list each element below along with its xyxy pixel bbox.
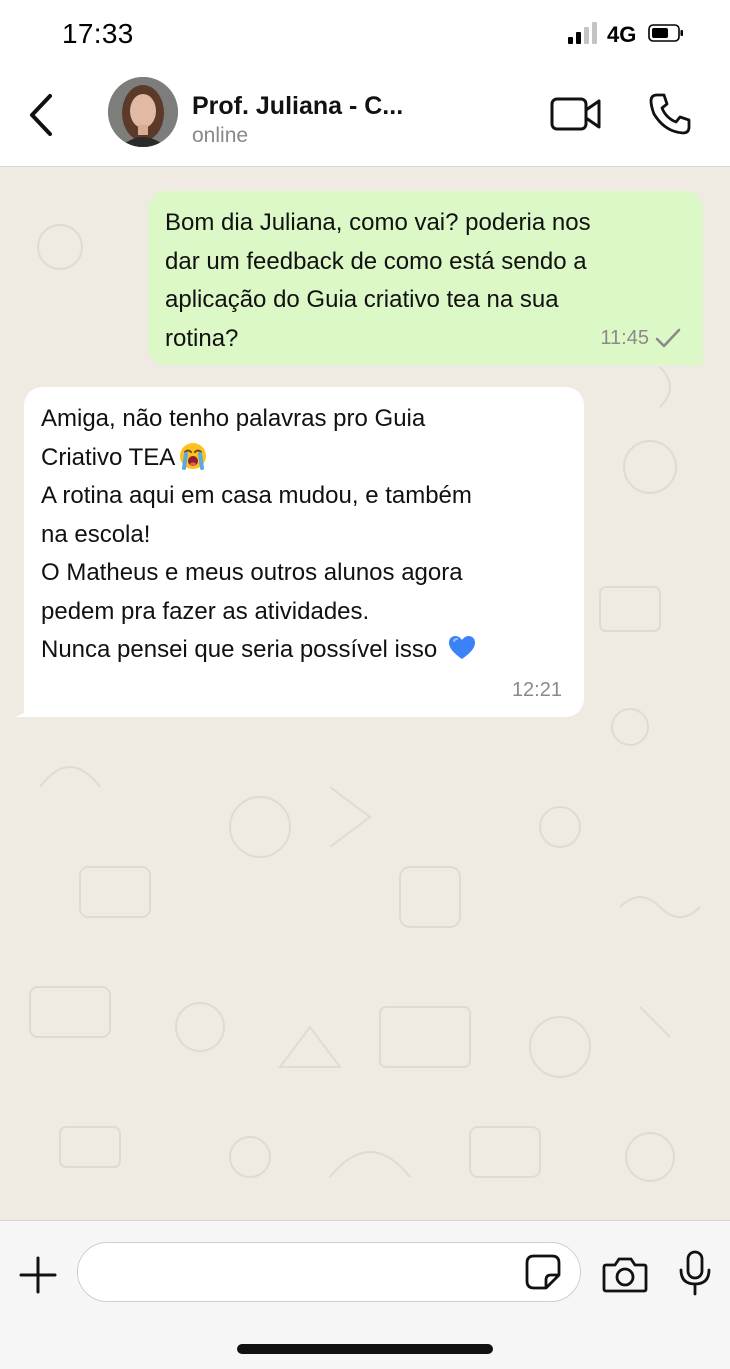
chat-area[interactable]: Bom dia Juliana, como vai? poderia nos d… <box>0 167 730 1220</box>
single-check-icon <box>655 328 681 348</box>
bubble-tail <box>14 699 34 717</box>
message-line: dar um feedback de como está sendo a <box>165 247 587 275</box>
status-time: 17:33 <box>62 18 134 49</box>
sticker-icon[interactable] <box>524 1253 562 1291</box>
message-input-bar <box>0 1220 730 1369</box>
message-line: A rotina aqui em casa mudou, e também <box>41 482 472 509</box>
phone-icon[interactable] <box>648 92 692 136</box>
home-indicator[interactable] <box>237 1344 493 1354</box>
battery-icon <box>648 24 683 42</box>
message-bubble-incoming[interactable]: Amiga, não tenho palavras pro Guia Criat… <box>14 387 584 717</box>
chevron-left-icon[interactable] <box>24 92 60 138</box>
chat-header: Prof. Juliana - C... online <box>0 68 730 167</box>
contact-status: online <box>192 124 249 147</box>
message-line: pedem pra fazer as atividades. <box>41 597 370 625</box>
message-text: Amiga, não tenho palavras pro Guia Criat… <box>41 400 570 670</box>
video-camera-icon[interactable] <box>550 96 602 132</box>
message-line: na escola! <box>41 520 151 548</box>
message-time: 12:21 <box>511 678 562 701</box>
avatar-image <box>108 77 178 147</box>
plus-icon[interactable] <box>18 1255 58 1295</box>
message-line-text: Criativo TEA <box>41 443 176 471</box>
camera-icon[interactable] <box>602 1257 648 1293</box>
status-bar: 17:33 4G <box>0 0 730 68</box>
message-bubble-outgoing[interactable]: Bom dia Juliana, como vai? poderia nos d… <box>148 191 711 365</box>
message-meta: 11:45 <box>600 319 681 358</box>
network-type: 4G <box>607 22 637 47</box>
contact-name[interactable]: Prof. Juliana - C... <box>192 92 403 121</box>
message-line: Nunca pensei que seria possível isso <box>41 631 570 670</box>
signal-bars-icon <box>568 22 597 44</box>
message-line: O Matheus e meus outros alunos agora <box>41 559 463 586</box>
message-line: Bom dia Juliana, como vai? poderia nos <box>165 209 591 236</box>
message-line-text: Nunca pensei que seria possível isso <box>41 636 438 663</box>
message-line: Criativo TEA <box>41 439 570 478</box>
microphone-icon[interactable] <box>677 1250 713 1296</box>
avatar[interactable] <box>108 77 178 147</box>
loudly-crying-face-emoji <box>180 442 207 470</box>
message-meta: 12:21 <box>512 671 562 710</box>
message-input[interactable] <box>98 1253 522 1293</box>
message-field[interactable] <box>77 1242 581 1302</box>
bubble-tail <box>691 347 711 365</box>
message-time: 11:45 <box>600 326 649 349</box>
blue-heart-emoji <box>448 636 475 659</box>
message-line: Amiga, não tenho palavras pro Guia <box>41 405 426 432</box>
message-line: aplicação do Guia criativo tea na sua <box>165 286 559 313</box>
